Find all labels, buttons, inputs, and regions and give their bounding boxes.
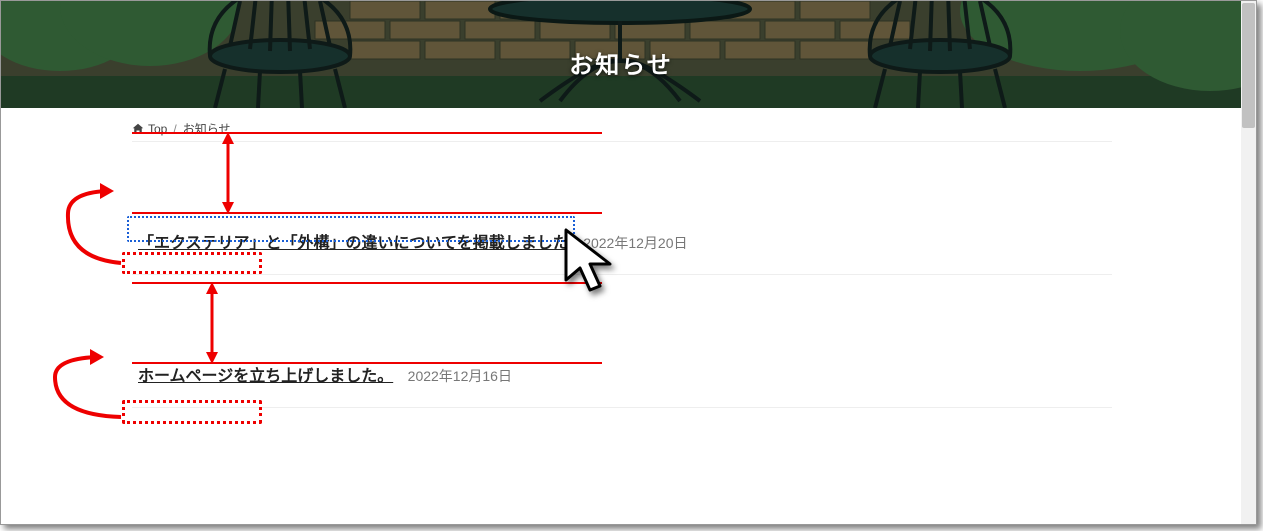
breadcrumb-separator: / xyxy=(173,122,176,136)
window-frame: お知らせ Top / お知らせ 「エクステリア」と「外構」の違いについてを掲載し… xyxy=(0,0,1257,525)
annotation-curved-arrow-icon xyxy=(41,349,136,434)
news-item-date: 2022年12月16日 xyxy=(404,365,516,387)
news-item-title-link[interactable]: 「エクステリア」と「外構」の違いについてを掲載しました xyxy=(132,233,575,254)
cursor-pointer-icon xyxy=(562,228,624,306)
breadcrumb-current: お知らせ xyxy=(183,120,231,137)
scrollbar-thumb[interactable] xyxy=(1242,3,1255,128)
breadcrumb-home-link[interactable]: Top xyxy=(148,122,167,136)
viewport: お知らせ Top / お知らせ 「エクステリア」と「外構」の違いについてを掲載し… xyxy=(1,1,1241,524)
page-title: お知らせ xyxy=(1,45,1241,80)
annotation-curved-arrow-icon xyxy=(56,183,136,278)
home-icon xyxy=(132,123,144,135)
news-item-title-link[interactable]: ホームページを立ち上げしました。 xyxy=(132,366,399,387)
vertical-scrollbar[interactable] xyxy=(1241,1,1256,524)
hero-banner: お知らせ xyxy=(1,1,1241,108)
breadcrumb: Top / お知らせ xyxy=(132,120,230,137)
